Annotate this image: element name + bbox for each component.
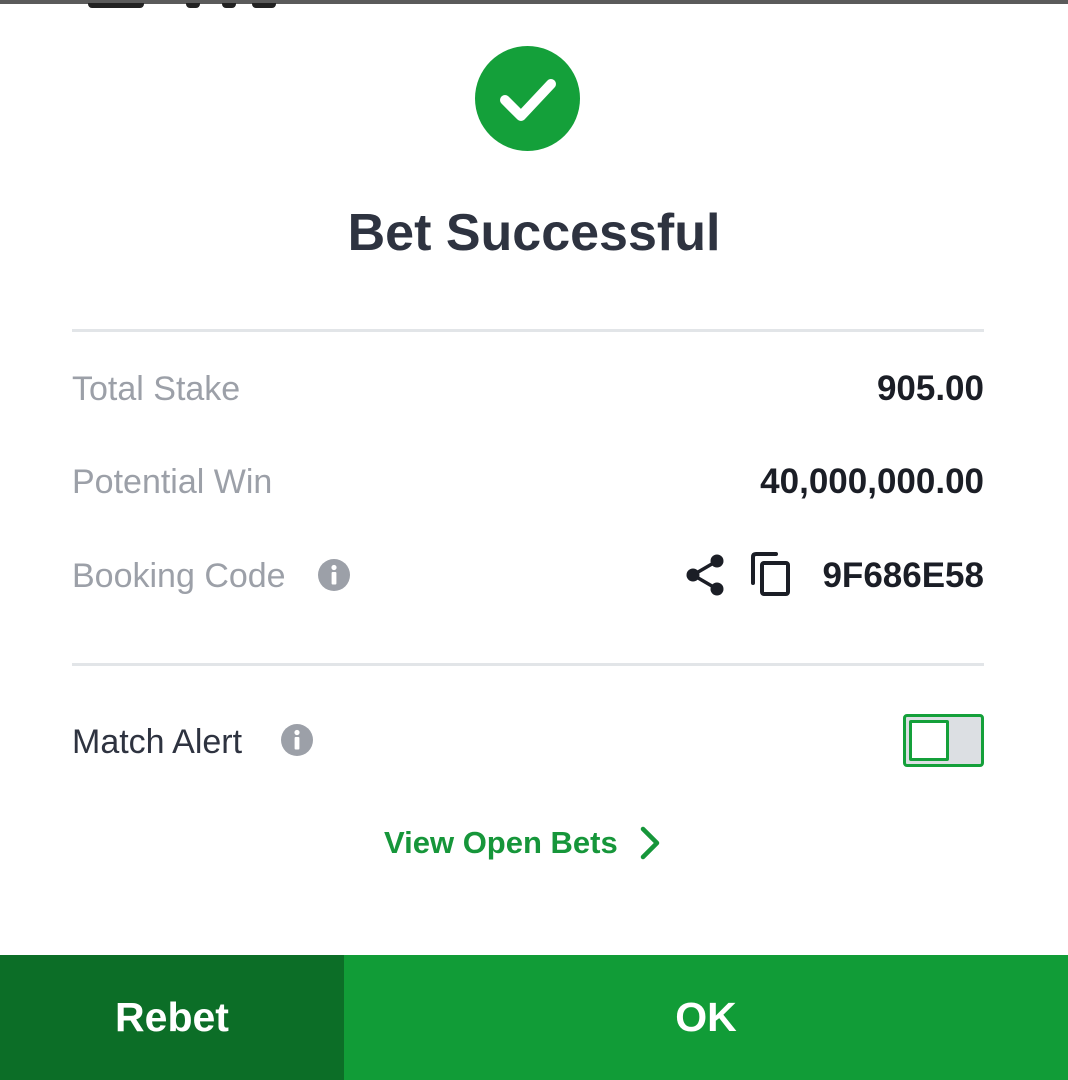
- potential-win-value: 40,000,000.00: [760, 462, 984, 501]
- check-circle-icon: [475, 46, 580, 151]
- booking-code-label: Booking Code: [72, 557, 286, 595]
- match-alert-toggle[interactable]: [903, 714, 984, 767]
- ok-button[interactable]: OK: [344, 955, 1068, 1080]
- toggle-knob: [909, 720, 949, 761]
- divider-top: [72, 329, 984, 332]
- potential-win-label: Potential Win: [72, 463, 273, 501]
- background-content-peek: [88, 0, 288, 8]
- booking-code-value[interactable]: 9F686E58: [822, 554, 984, 598]
- divider-bottom: [72, 663, 984, 666]
- match-alert-label: Match Alert: [72, 723, 243, 761]
- share-icon[interactable]: [684, 553, 726, 597]
- view-open-bets-label: View Open Bets: [384, 825, 618, 860]
- match-alert-info-icon[interactable]: [281, 724, 313, 756]
- copy-icon[interactable]: [750, 551, 792, 597]
- info-icon[interactable]: [318, 559, 350, 591]
- page-title: Bet Successful: [347, 204, 721, 262]
- total-stake-label: Total Stake: [72, 370, 241, 408]
- total-stake-value: 905.00: [876, 369, 984, 408]
- view-open-bets-link[interactable]: View Open Bets: [384, 820, 664, 866]
- rebet-button[interactable]: Rebet: [0, 955, 344, 1080]
- chevron-right-icon: [640, 826, 659, 860]
